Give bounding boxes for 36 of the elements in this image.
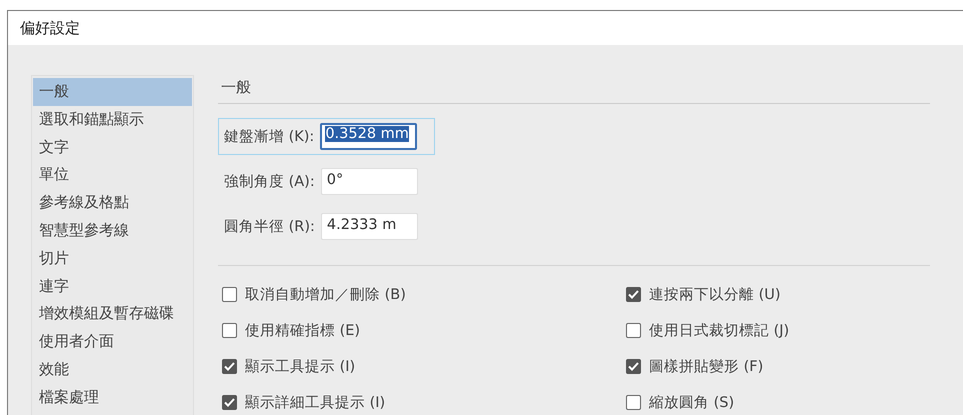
window-title: 偏好設定 — [20, 18, 80, 38]
checkbox-label: 使用精確指標 (E) — [245, 322, 360, 340]
category-item[interactable]: 單位 — [33, 161, 192, 190]
input-field[interactable]: 4.2333 m — [320, 213, 418, 240]
checkbox-label: 取消自動增加／刪除 (B) — [245, 286, 406, 304]
category-item[interactable]: 智慧型參考線 — [33, 216, 192, 245]
checkbox-label: 連按兩下以分離 (U) — [649, 286, 781, 304]
checkbox-label: 縮放圓角 (S) — [649, 394, 734, 412]
input-field[interactable]: 0.3528 mm — [320, 123, 418, 150]
category-item[interactable]: 文字 — [33, 134, 192, 162]
checkbox[interactable] — [222, 394, 237, 410]
checkbox[interactable] — [626, 286, 641, 302]
checkbox[interactable] — [222, 322, 237, 338]
category-item[interactable]: 選取和錨點顯示 — [33, 106, 192, 134]
category-item[interactable]: 切片 — [33, 244, 192, 273]
checkbox-label: 顯示詳細工具提示 (I) — [245, 394, 386, 412]
category-item[interactable]: 參考線及格點 — [33, 189, 192, 217]
field-label: 鍵盤漸增 (K): — [224, 128, 314, 146]
checkbox[interactable] — [626, 322, 641, 338]
category-item[interactable]: 增效模組及暫存磁碟 — [33, 300, 192, 328]
checkbox-label: 顯示工具提示 (I) — [245, 358, 356, 376]
section-heading: 一般 — [218, 75, 930, 104]
category-item[interactable]: 效能 — [33, 356, 192, 384]
checkbox-label: 圖樣拼貼變形 (F) — [649, 358, 764, 376]
checkbox[interactable] — [222, 286, 237, 302]
checkbox[interactable] — [222, 358, 237, 374]
checkbox[interactable] — [626, 358, 641, 374]
category-item[interactable]: 一般 — [33, 78, 192, 106]
category-item[interactable]: 使用者介面 — [33, 328, 192, 356]
checkbox[interactable] — [626, 394, 641, 410]
field-label: 強制角度 (A): — [224, 172, 315, 191]
field-label: 圓角半徑 (R): — [224, 218, 315, 236]
category-item[interactable]: 連字 — [33, 272, 192, 300]
checkbox-label: 使用日式裁切標記 (J) — [649, 322, 790, 340]
category-item[interactable]: 檔案處理 — [33, 384, 192, 412]
input-field[interactable]: 0° — [320, 168, 418, 195]
